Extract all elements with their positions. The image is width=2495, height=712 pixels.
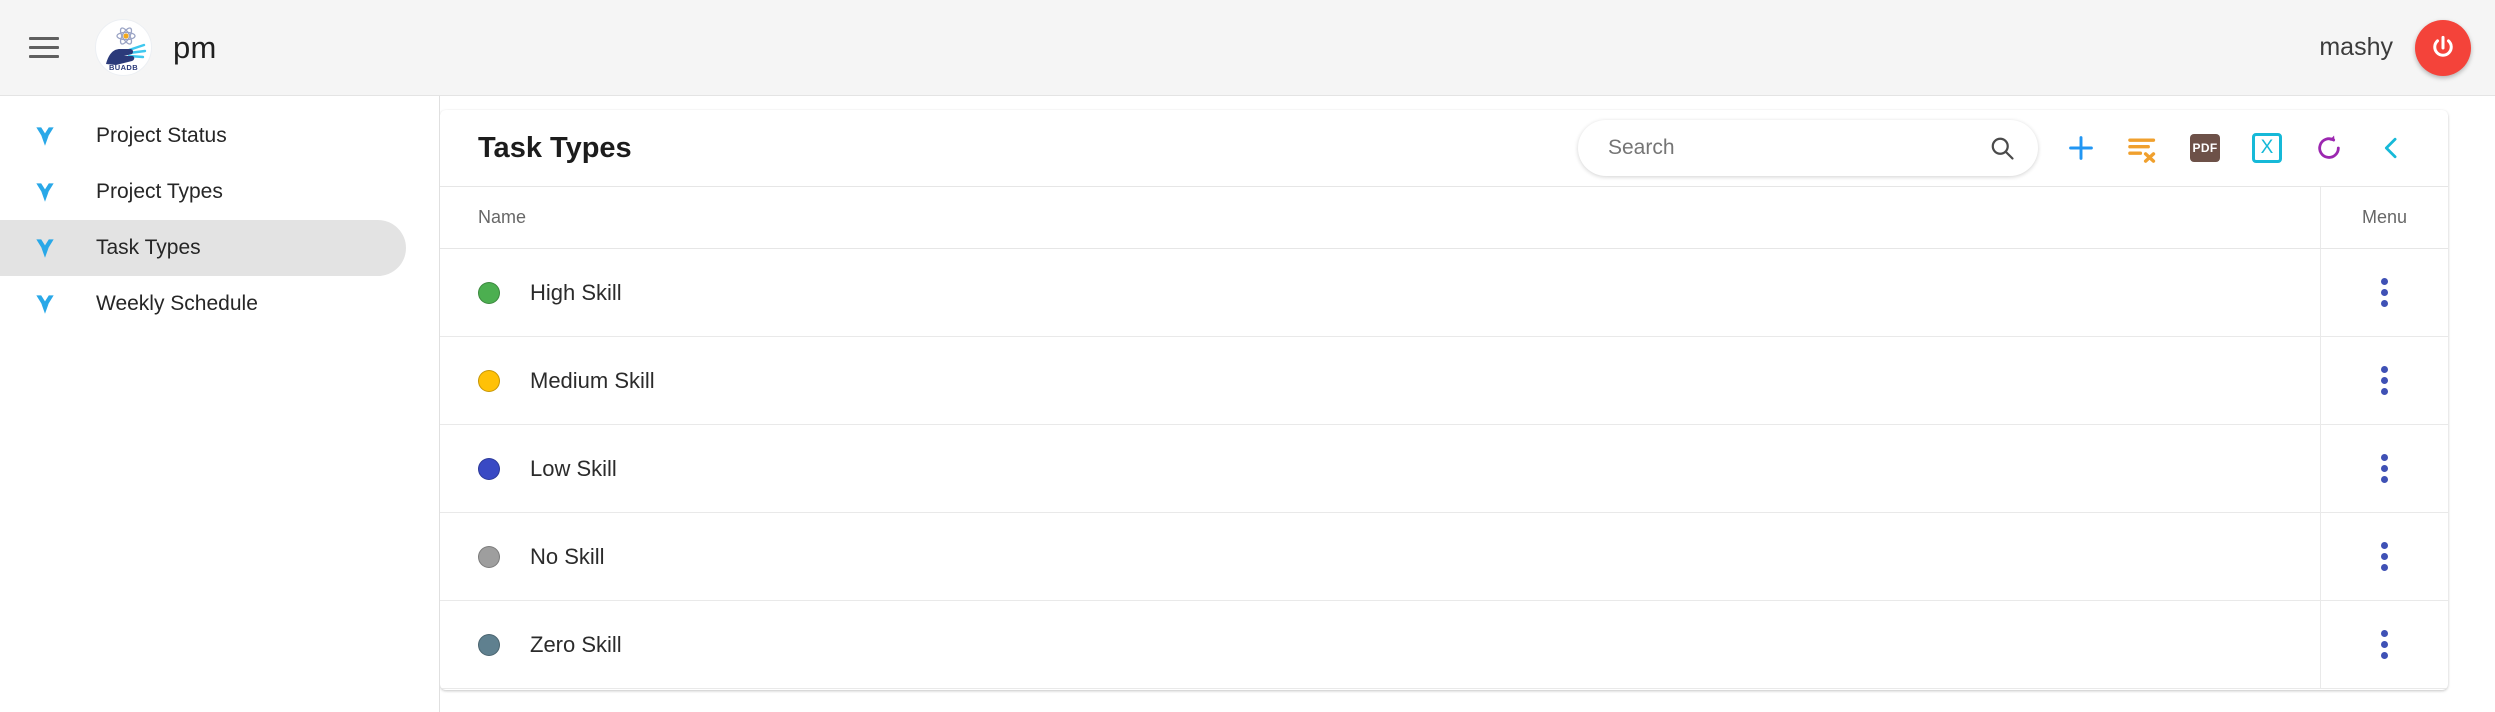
app-logo[interactable]: BUADB bbox=[95, 19, 152, 76]
refresh-icon bbox=[2318, 135, 2340, 159]
double-chevron-down-icon bbox=[30, 233, 60, 263]
hamburger-line bbox=[29, 55, 59, 58]
pdf-icon: PDF bbox=[2190, 134, 2220, 162]
cell-menu bbox=[2320, 601, 2448, 688]
sidebar-item-label: Task Types bbox=[96, 236, 201, 259]
sidebar-item-project-types[interactable]: Project Types bbox=[0, 164, 406, 220]
column-header-menu: Menu bbox=[2320, 187, 2448, 248]
search-icon[interactable] bbox=[1988, 134, 2016, 162]
double-chevron-down-icon bbox=[30, 177, 60, 207]
table-row[interactable]: Zero Skill bbox=[440, 601, 2448, 689]
double-chevron-down-icon bbox=[30, 121, 60, 151]
sidebar-item-label: Project Status bbox=[96, 124, 227, 147]
cell-name: Zero Skill bbox=[440, 632, 2320, 658]
color-indicator bbox=[478, 633, 500, 656]
search-input[interactable] bbox=[1608, 136, 1988, 160]
sidebar-item-weekly-schedule[interactable]: Weekly Schedule bbox=[0, 276, 406, 332]
color-indicator bbox=[478, 369, 500, 392]
main-content: Task Types Search PDF X Name Menu High S… bbox=[440, 96, 2495, 712]
sidebar-item-task-types[interactable]: Task Types bbox=[0, 220, 406, 276]
cell-menu bbox=[2320, 249, 2448, 336]
sidebar-item-project-status[interactable]: Project Status bbox=[0, 108, 406, 164]
paginator: Rows per page 10 1-5 of 5 bbox=[440, 689, 2448, 690]
column-header-name: Name bbox=[478, 207, 527, 227]
more-vertical-icon[interactable] bbox=[2363, 271, 2407, 315]
sidebar-item-label: Weekly Schedule bbox=[96, 292, 258, 315]
sidebar: Project Status Project Types Task Types … bbox=[0, 96, 440, 712]
username-label: mashy bbox=[2319, 33, 2393, 61]
export-excel-button[interactable]: X bbox=[2236, 120, 2298, 176]
cell-name: No Skill bbox=[440, 544, 2320, 570]
more-vertical-icon[interactable] bbox=[2363, 623, 2407, 667]
color-indicator bbox=[478, 457, 500, 480]
plus-icon bbox=[2069, 136, 2093, 160]
task-type-name: Zero Skill bbox=[530, 631, 622, 657]
table-row[interactable]: Low Skill bbox=[440, 425, 2448, 513]
table-row[interactable]: No Skill bbox=[440, 513, 2448, 601]
table-header-row: Name Menu bbox=[440, 187, 2448, 249]
card-toolbar: PDF X bbox=[1578, 120, 2422, 176]
cell-name: Low Skill bbox=[440, 456, 2320, 482]
refresh-button[interactable] bbox=[2298, 120, 2360, 176]
double-chevron-down-icon bbox=[30, 289, 60, 319]
cell-menu bbox=[2320, 337, 2448, 424]
task-type-name: High Skill bbox=[530, 279, 622, 305]
more-vertical-icon[interactable] bbox=[2363, 535, 2407, 579]
add-button[interactable] bbox=[2050, 120, 2112, 176]
header-actions: mashy bbox=[2319, 19, 2471, 76]
color-indicator bbox=[478, 545, 500, 568]
app-header: BUADB pm mashy bbox=[0, 0, 2495, 96]
back-button[interactable] bbox=[2360, 120, 2422, 176]
page-title: Task Types bbox=[478, 131, 632, 164]
color-indicator bbox=[478, 281, 500, 304]
filter-remove-icon bbox=[2128, 138, 2156, 163]
task-types-table: Name Menu High Skill Medium Skill Low Sk… bbox=[440, 186, 2448, 689]
task-type-name: No Skill bbox=[530, 543, 605, 569]
card-header: Task Types Search PDF X bbox=[440, 110, 2448, 186]
sidebar-item-label: Project Types bbox=[96, 180, 223, 203]
buadb-logo-icon: BUADB bbox=[96, 20, 151, 75]
cell-name: High Skill bbox=[440, 280, 2320, 306]
logout-button[interactable] bbox=[2415, 19, 2471, 76]
app-title: pm bbox=[173, 30, 217, 65]
task-type-name: Medium Skill bbox=[530, 367, 655, 393]
cell-menu bbox=[2320, 513, 2448, 600]
table-row[interactable]: Medium Skill bbox=[440, 337, 2448, 425]
cell-name: Medium Skill bbox=[440, 368, 2320, 394]
table-row[interactable]: High Skill bbox=[440, 249, 2448, 337]
search-box[interactable] bbox=[1578, 120, 2038, 176]
hamburger-line bbox=[29, 46, 59, 49]
task-type-name: Low Skill bbox=[530, 455, 617, 481]
clear-filter-button[interactable] bbox=[2112, 120, 2174, 176]
svg-text:BUADB: BUADB bbox=[109, 63, 138, 72]
export-pdf-button[interactable]: PDF bbox=[2174, 120, 2236, 176]
more-vertical-icon[interactable] bbox=[2363, 359, 2407, 403]
hamburger-line bbox=[29, 37, 59, 40]
excel-icon: X bbox=[2252, 133, 2282, 163]
more-vertical-icon[interactable] bbox=[2363, 447, 2407, 491]
hamburger-menu-icon[interactable] bbox=[22, 26, 66, 70]
task-types-card: Task Types Search PDF X Name Menu High S… bbox=[440, 110, 2448, 690]
chevron-left-icon bbox=[2384, 137, 2397, 159]
cell-menu bbox=[2320, 425, 2448, 512]
power-icon bbox=[2433, 35, 2453, 57]
